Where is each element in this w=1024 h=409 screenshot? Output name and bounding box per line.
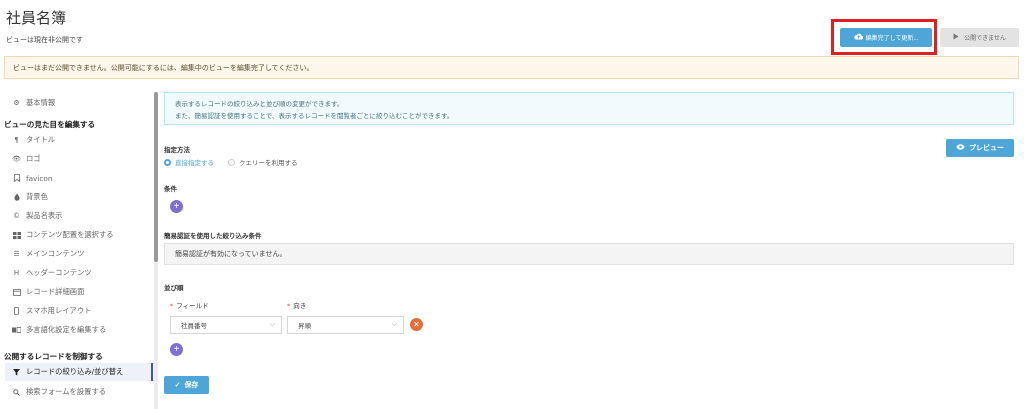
sidebar-item-label: コンテンツ配置を選択する <box>26 230 114 239</box>
chevron-down-icon: ⌵ <box>391 320 397 328</box>
sidebar-item-label: ヘッダーコンテンツ <box>26 268 92 277</box>
header-icon: H <box>13 269 20 277</box>
preview-button[interactable]: プレビュー <box>946 139 1014 157</box>
save-button[interactable]: ✓ 保存 <box>164 376 209 394</box>
radio-direct-label: 直接指定する <box>175 159 214 167</box>
bookmark-icon <box>12 174 21 182</box>
info-line-2: また、簡易認証を使用することで、表示するレコードを閲覧者ごとに絞り込むことができ… <box>175 112 454 120</box>
sidebar-item-mobile-layout[interactable]: スマホ用レイアウト <box>12 303 91 319</box>
required-mark-icon: * <box>170 302 174 310</box>
publish-label: 公開できません <box>964 36 1006 42</box>
sidebar-item-product-name[interactable]: © 製品名表示 <box>12 208 62 224</box>
sidebar-scrollbar-thumb[interactable] <box>154 92 158 262</box>
filter-icon <box>12 368 21 376</box>
sidebar-item-record-filter[interactable]: レコードの絞り込み/並び替え <box>12 364 123 380</box>
chevron-down-icon: ⌵ <box>269 320 275 328</box>
info-box: 表示するレコードの絞り込みと並び順の変更ができます。 また、簡易認証を使用するこ… <box>164 92 1014 125</box>
sort-direction-header: * 向き <box>287 300 306 310</box>
add-condition-button[interactable]: + <box>170 200 183 213</box>
sidebar-section-records: 公開するレコードを制御する <box>4 352 103 361</box>
plus-icon: + <box>173 201 180 212</box>
close-icon: ✕ <box>413 320 420 329</box>
publish-button[interactable]: 公開できません <box>940 28 1019 47</box>
copyright-icon: © <box>13 212 20 220</box>
sidebar-item-logo[interactable]: 👁 ロゴ <box>12 151 41 167</box>
radio-direct[interactable]: 直接指定する <box>164 157 214 167</box>
radio-checked-icon <box>164 158 171 166</box>
sidebar-item-label: 多言語化設定を編集する <box>26 325 107 334</box>
sidebar-item-main-content[interactable]: ☰ メインコンテンツ <box>12 246 84 262</box>
required-mark-icon: * <box>287 302 291 310</box>
sort-direction-header-text: 向き <box>293 302 307 310</box>
sort-field-header: * フィールド <box>170 300 209 310</box>
sidebar-item-label: ロゴ <box>26 154 41 163</box>
sort-field-select[interactable]: 社員番号 ⌵ <box>170 316 282 334</box>
auth-filter-label: 簡易認証を使用した絞り込み条件 <box>164 232 262 240</box>
sidebar-item-label: 検索フォームを設置する <box>26 387 107 396</box>
sidebar-item-label: メインコンテンツ <box>26 249 85 258</box>
sidebar-item-header-content[interactable]: H ヘッダーコンテンツ <box>12 265 92 281</box>
drop-icon <box>12 193 21 201</box>
sort-direction-value: 昇順 <box>298 322 311 330</box>
preview-label: プレビュー <box>969 145 1004 152</box>
sidebar-item-label: タイトル <box>26 135 56 144</box>
sidebar-item-content-layout[interactable]: コンテンツ配置を選択する <box>12 227 114 243</box>
spec-method-radio-group: 直接指定する クエリーを利用する <box>164 157 298 167</box>
mobile-icon <box>12 307 21 315</box>
eye-icon: 👁 <box>12 155 21 163</box>
translate-icon <box>12 327 21 333</box>
highlight-annotation-box <box>831 19 937 55</box>
spec-method-label: 指定方法 <box>164 146 190 154</box>
sort-order-label: 並び順 <box>164 284 184 292</box>
radio-query-label: クエリーを利用する <box>239 159 298 167</box>
sidebar-item-multilanguage[interactable]: 多言語化設定を編集する <box>12 322 106 338</box>
auth-status-box: 簡易認証が有効になっていません。 <box>164 243 1014 265</box>
alert-message: ビューはまだ公開できません。公開可能にするには、編集中のビューを編集完了してくだ… <box>13 63 314 72</box>
play-icon <box>953 33 959 42</box>
sidebar-item-label: 製品名表示 <box>26 211 63 220</box>
gear-icon: ⚙ <box>13 99 20 107</box>
radio-unchecked-icon <box>228 158 235 166</box>
sidebar: ⚙ 基本情報 ビューの見た目を編集する ¶ タイトル 👁 ロゴ favicon … <box>0 92 153 409</box>
sidebar-item-basic-info[interactable]: ⚙ 基本情報 <box>12 95 55 111</box>
sidebar-item-record-detail[interactable]: レコード詳細画面 <box>12 284 84 300</box>
sidebar-item-search-form[interactable]: 検索フォームを設置する <box>12 384 106 400</box>
conditions-label: 条件 <box>164 185 177 193</box>
check-icon: ✓ <box>174 382 181 389</box>
sidebar-item-label: レコード詳細画面 <box>26 287 85 296</box>
search-icon <box>12 388 21 396</box>
publish-status-text: ビューは現在非公開です <box>6 36 83 44</box>
sidebar-item-background-color[interactable]: 背景色 <box>12 189 48 205</box>
add-sort-button[interactable]: + <box>170 343 183 356</box>
sort-direction-select[interactable]: 昇順 ⌵ <box>287 316 404 334</box>
paragraph-icon: ¶ <box>14 136 19 144</box>
list-icon: ☰ <box>13 250 20 258</box>
sort-field-value: 社員番号 <box>181 322 207 330</box>
eye-icon <box>956 144 965 152</box>
auth-status-message: 簡易認証が有効になっていません。 <box>175 250 287 258</box>
radio-query[interactable]: クエリーを利用する <box>228 157 298 167</box>
plus-icon: + <box>173 344 180 355</box>
sidebar-item-label: 背景色 <box>26 192 48 201</box>
window-icon <box>12 288 21 296</box>
sidebar-item-label: レコードの絞り込み/並び替え <box>26 367 124 376</box>
grid-icon <box>12 231 21 239</box>
alert-banner: ビューはまだ公開できません。公開可能にするには、編集中のビューを編集完了してくだ… <box>4 56 1019 79</box>
sort-field-header-text: フィールド <box>176 302 209 310</box>
info-line-1: 表示するレコードの絞り込みと並び順の変更ができます。 <box>175 100 344 108</box>
save-label: 保存 <box>184 382 199 389</box>
sidebar-item-title[interactable]: ¶ タイトル <box>12 132 55 148</box>
sidebar-item-label: 基本情報 <box>26 98 56 107</box>
sidebar-item-label: スマホ用レイアウト <box>26 306 92 315</box>
sidebar-section-appearance: ビューの見た目を編集する <box>4 120 96 129</box>
sidebar-item-label: favicon <box>26 173 53 183</box>
page-title: 社員名簿 <box>6 9 67 27</box>
sidebar-item-favicon[interactable]: favicon <box>12 170 53 186</box>
remove-sort-button[interactable]: ✕ <box>410 318 423 331</box>
